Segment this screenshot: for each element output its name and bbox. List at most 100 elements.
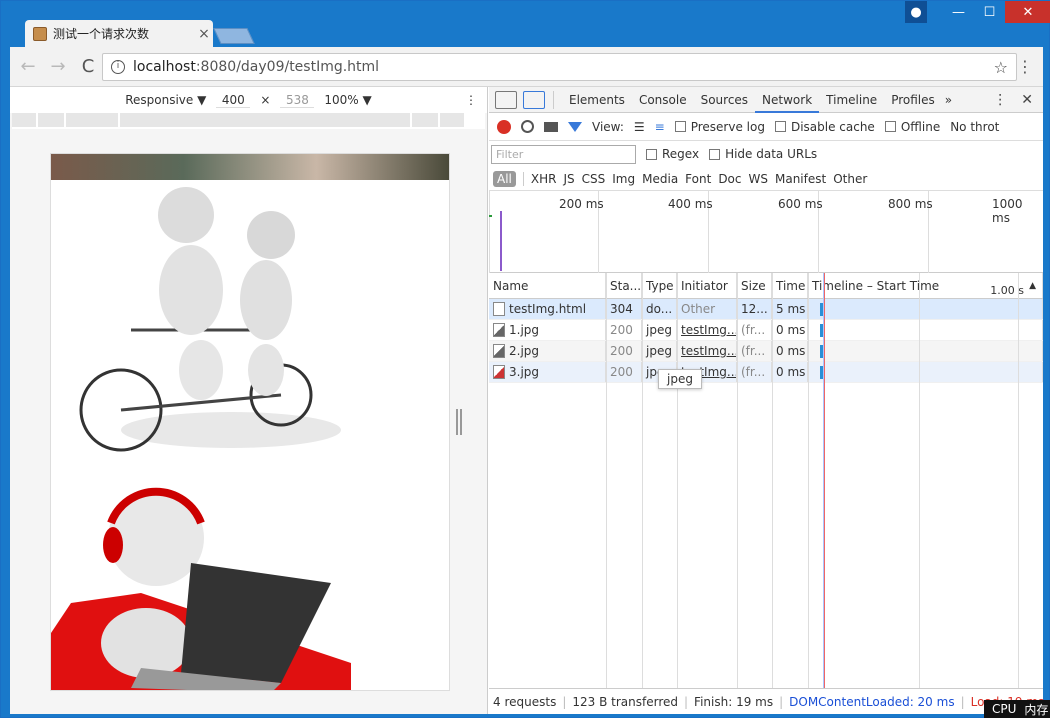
type-tooltip: jpeg [658,369,702,389]
divider [522,171,524,186]
zoom-select[interactable]: 100% ▼ [324,93,371,107]
tab-elements[interactable]: Elements [562,87,632,113]
network-toolbar: View: ☰ ≡ Preserve log Disable cache Off… [489,113,1043,141]
viewport-width-input[interactable]: 400 [216,93,251,108]
waterfall-view-icon[interactable]: ≡ [655,120,665,134]
overview-tick: 800 ms [888,197,933,211]
media-query-bars[interactable] [12,113,485,129]
preserve-log-checkbox[interactable]: Preserve log [674,120,765,134]
request-count: 4 requests [493,694,557,709]
filter-input[interactable]: Filter [491,144,636,164]
column-name[interactable]: Name [489,273,606,298]
hide-data-urls-checkbox[interactable]: Hide data URLs [709,147,817,161]
column-size[interactable]: Size [737,273,772,298]
divider: | [562,694,567,709]
table-header: Name Sta... Type Initiator Size Time Tim… [489,273,1043,299]
request-initiator-link[interactable]: testImg... [677,320,737,340]
offline-checkbox[interactable]: Offline [884,120,940,134]
more-tabs-icon[interactable]: » [945,93,952,107]
new-tab-button[interactable] [213,28,255,44]
back-button[interactable]: ← [16,55,40,79]
table-row[interactable]: 1.jpg 200 jpeg testImg... (fr... 0 ms [489,320,1043,341]
user-profile-icon[interactable]: ● [905,1,927,23]
column-status[interactable]: Sta... [606,273,642,298]
device-mode-select[interactable]: Responsive ▼ [125,93,206,107]
dom-content-loaded-time: DOMContentLoaded: 20 ms [789,694,955,709]
type-filter-all[interactable]: All [493,170,516,187]
image-file-icon [493,365,505,379]
type-filter-other[interactable]: Other [833,172,867,186]
column-type[interactable]: Type [642,273,677,298]
type-filter-media[interactable]: Media [642,172,678,186]
maximize-button[interactable]: ☐ [974,1,1005,23]
info-icon[interactable]: i [111,60,125,74]
devtools-close-icon[interactable]: ✕ [1021,92,1033,108]
tab-sources[interactable]: Sources [694,87,755,113]
inspect-element-icon[interactable] [495,90,517,109]
type-filter-css[interactable]: CSS [582,172,606,186]
viewport-resize-handle[interactable] [456,409,462,435]
devtools-menu-icon[interactable]: ⋮ [993,92,1007,108]
table-row[interactable]: testImg.html 304 do... Other 12... 5 ms [489,299,1043,320]
disable-cache-checkbox[interactable]: Disable cache [774,120,875,134]
close-window-button[interactable]: ✕ [1005,1,1050,23]
regex-label: Regex [662,147,700,161]
bookmark-star-icon[interactable]: ☆ [994,58,1008,77]
request-type: jpeg [642,341,677,361]
table-row[interactable]: 3.jpg 200 jpeg testImg... (fr... 0 ms [489,362,1043,383]
media-bar[interactable] [440,113,464,127]
column-initiator[interactable]: Initiator [677,273,737,298]
media-bar[interactable] [12,113,36,127]
type-filter-manifest[interactable]: Manifest [775,172,826,186]
filter-bar: Filter Regex Hide data URLs [489,141,1043,167]
address-bar[interactable]: i localhost:8080/day09/testImg.html ☆ [102,53,1017,81]
tab-console[interactable]: Console [632,87,694,113]
request-status: 200 [606,320,642,340]
divider [553,90,554,109]
request-initiator-link[interactable]: testImg... [677,341,737,361]
type-filter-ws[interactable]: WS [749,172,768,186]
table-row[interactable]: 2.jpg 200 jpeg testImg... (fr... 0 ms [489,341,1043,362]
large-rows-icon[interactable]: ☰ [634,120,645,134]
chrome-menu-icon[interactable]: ⋮ [1017,57,1033,76]
emulated-page [50,153,450,691]
tab-network[interactable]: Network [755,87,820,113]
type-filter-img[interactable]: Img [612,172,635,186]
overview-tick: 1000 ms [992,197,1023,225]
request-name: 3.jpg [509,364,540,379]
browser-tab[interactable]: 测试一个请求次数 × [25,20,213,47]
tab-profiles[interactable]: Profiles [884,87,942,113]
record-icon[interactable] [497,119,511,134]
network-overview[interactable]: 200 ms 400 ms 600 ms 800 ms 1000 ms [489,191,1043,273]
tab-timeline[interactable]: Timeline [819,87,884,113]
request-time: 0 ms [772,362,808,382]
request-status: 200 [606,362,642,382]
media-bar[interactable] [120,113,410,127]
tab-close-icon[interactable]: × [195,26,213,42]
regex-checkbox[interactable]: Regex [646,147,699,161]
capture-screenshots-icon[interactable] [544,121,558,132]
column-timeline[interactable]: Timeline – Start Time 1.00 s ▲ [808,273,1043,298]
viewport-height-input[interactable]: 538 [280,93,315,108]
minimize-button[interactable]: — [943,1,974,23]
reload-button[interactable]: C [76,55,100,79]
throttling-select[interactable]: No throt [950,120,999,134]
column-time[interactable]: Time [772,273,808,298]
media-bar[interactable] [66,113,118,127]
clear-icon[interactable] [521,120,534,133]
type-filter-xhr[interactable]: XHR [531,172,557,186]
type-filter-font[interactable]: Font [685,172,711,186]
type-filter-js[interactable]: JS [563,172,574,186]
media-bar[interactable] [412,113,438,127]
filter-icon[interactable] [568,121,582,132]
device-mode-icon[interactable] [523,90,545,109]
device-menu-icon[interactable]: ⋮ [465,93,477,107]
request-type: jpeg [642,320,677,340]
request-name: testImg.html [509,301,587,316]
divider: | [779,694,784,709]
forward-button[interactable]: → [46,55,70,79]
image-file-icon [493,344,505,358]
title-bar: 测试一个请求次数 × ● — ☐ ✕ [1,1,1050,47]
type-filter-doc[interactable]: Doc [718,172,741,186]
media-bar[interactable] [38,113,64,127]
